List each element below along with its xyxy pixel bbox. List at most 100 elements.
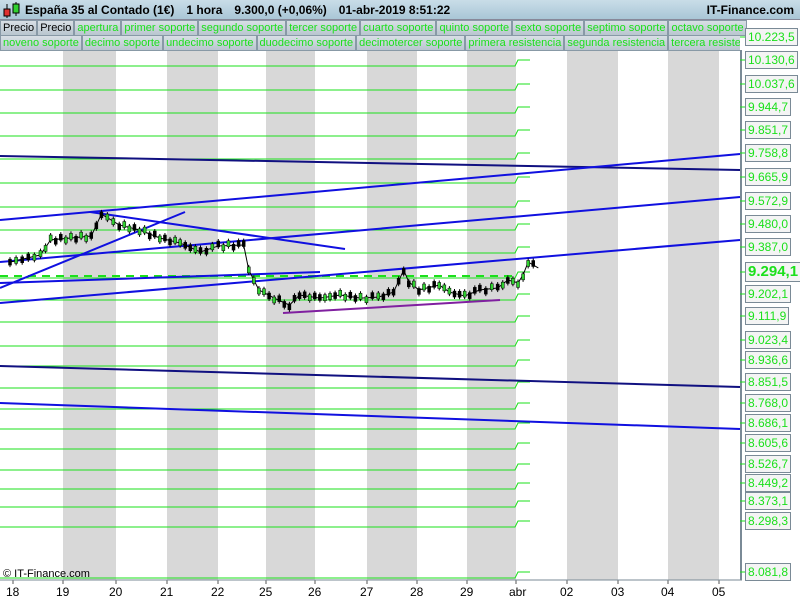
candle — [69, 233, 73, 240]
candle — [287, 303, 292, 311]
candle — [323, 294, 327, 301]
price-level-label: 8.686,1 — [745, 414, 792, 432]
price-level-label: 9.480,0 — [745, 215, 792, 233]
candle — [386, 288, 391, 296]
legend-item[interactable]: septimo soporte — [584, 20, 669, 36]
price-level-label: 9.111,9 — [745, 307, 790, 325]
candle — [313, 292, 317, 300]
candle — [358, 292, 363, 300]
candle — [193, 246, 198, 253]
candle — [94, 222, 99, 230]
day-label: 19 — [56, 585, 70, 599]
instrument-name: España 35 al Contado (1€) — [25, 2, 175, 17]
candle — [277, 295, 281, 302]
copyright: © IT-Finance.com — [3, 568, 90, 580]
candle — [127, 225, 132, 233]
candle — [132, 224, 137, 231]
candle — [163, 234, 167, 242]
candle — [267, 292, 271, 300]
candle — [147, 232, 152, 240]
day-label: 29 — [460, 585, 474, 599]
legend-item[interactable]: segunda resistencia — [564, 35, 669, 51]
current-price-label: 9.294,1 — [745, 262, 800, 282]
candle — [122, 221, 127, 228]
candle — [381, 293, 386, 301]
candle — [370, 292, 375, 299]
legend-row-1: Precio Precio apertura primer soporte segund… — [0, 20, 747, 36]
candle — [467, 292, 472, 299]
candle — [417, 288, 421, 295]
legend-item[interactable]: octavo soporte — [668, 20, 747, 36]
legend-item[interactable]: Precio — [37, 20, 75, 36]
candle — [412, 280, 416, 288]
price-level-label: 9.572,9 — [745, 192, 792, 210]
legend-item[interactable]: segundo soporte — [198, 20, 287, 36]
day-label: 22 — [211, 585, 225, 599]
price-level-label: 10.223,5 — [745, 28, 798, 46]
candle — [168, 238, 172, 246]
legend-item[interactable]: apertura — [74, 20, 122, 36]
timeframe[interactable]: 1 hora — [186, 3, 222, 17]
candle — [437, 282, 442, 289]
title-bar: España 35 al Contado (1€) 1 hora 9.300,0… — [0, 0, 800, 20]
candle — [216, 240, 221, 248]
price-level-label: 9.851,7 — [745, 121, 792, 139]
price-level-label: 9.023,4 — [745, 331, 792, 349]
candle — [59, 233, 63, 241]
price-level-label: 8.373,1 — [745, 492, 792, 510]
legend-item[interactable]: Precio — [0, 20, 38, 36]
candle — [74, 235, 78, 243]
candle — [236, 240, 241, 247]
price-level-label: 9.758,8 — [745, 144, 792, 162]
candle — [495, 283, 500, 291]
candle — [32, 254, 37, 261]
day-label: 20 — [109, 585, 123, 599]
legend-item[interactable]: sexto soporte — [512, 20, 585, 36]
candle — [8, 258, 12, 266]
legend-item[interactable]: primera resistencia — [465, 35, 565, 51]
candle — [343, 294, 348, 301]
legend-item[interactable]: primer soporte — [121, 20, 199, 36]
price-level-label: 8.936,6 — [745, 351, 792, 369]
legend-item[interactable]: tercer soporte — [286, 20, 361, 36]
candle — [14, 257, 18, 264]
candle — [252, 277, 256, 284]
candle — [422, 283, 426, 291]
candle — [521, 273, 525, 281]
price-level-label: 10.037,6 — [745, 75, 798, 93]
candle — [89, 232, 94, 239]
day-stripes — [12, 50, 720, 584]
price-level-label: 8.081,8 — [745, 563, 792, 581]
price-level-label: 8.298,3 — [745, 512, 792, 530]
day-label: 21 — [160, 585, 174, 599]
candle — [43, 245, 48, 252]
candle — [348, 291, 353, 299]
legend-item[interactable]: quinto soporte — [436, 20, 513, 36]
legend-item[interactable]: tercera resistencia — [668, 35, 740, 51]
legend-item[interactable]: noveno soporte — [0, 35, 82, 51]
legend-item[interactable]: decimotercer soporte — [356, 35, 466, 51]
candle — [272, 296, 276, 304]
candle — [38, 250, 43, 257]
price-level-label: 9.387,0 — [745, 238, 792, 256]
candle — [204, 248, 209, 255]
candle — [226, 240, 231, 247]
legend-item[interactable]: cuarto soporte — [360, 20, 437, 36]
candle — [84, 235, 88, 242]
price-level-label: 8.605,6 — [745, 434, 792, 452]
day-stripe — [367, 50, 417, 580]
candle — [364, 296, 369, 303]
candle — [473, 287, 477, 294]
candle — [526, 260, 530, 267]
legend-item[interactable]: duodecimo soporte — [256, 35, 357, 51]
candle — [158, 235, 162, 243]
candle — [447, 287, 452, 295]
candle — [210, 243, 215, 251]
legend-item[interactable]: decimo soporte — [81, 35, 164, 51]
candle — [501, 281, 505, 289]
legend-item[interactable]: undecimo soporte — [163, 35, 257, 51]
price-chart[interactable] — [0, 0, 800, 600]
candle — [297, 292, 302, 299]
price-level-label: 8.851,5 — [745, 373, 792, 391]
day-label: 27 — [360, 585, 374, 599]
